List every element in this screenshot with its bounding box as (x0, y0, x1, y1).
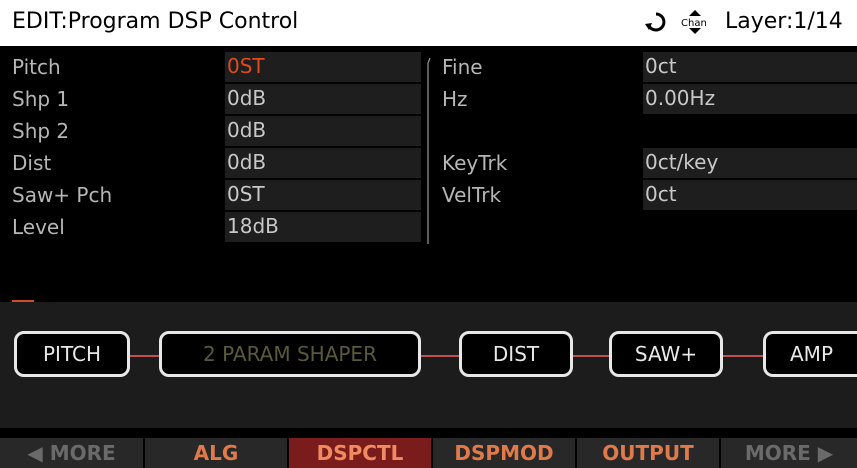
softkey-output[interactable]: OUTPUT (577, 438, 719, 468)
title-bar: EDIT:Program DSP Control Chan Layer:1/14 (0, 0, 857, 46)
param-label-dist: Dist (12, 151, 52, 175)
alg-block-saw-plus[interactable]: SAW+ (609, 331, 723, 377)
param-label-shp2: Shp 2 (12, 119, 70, 143)
alg-block-pitch[interactable]: PITCH (14, 331, 130, 377)
softkey-more-left[interactable]: ◀ MORE (0, 438, 143, 468)
param-value-keytrk[interactable]: 0ct/key (643, 148, 857, 178)
param-value-level[interactable]: 18dB (225, 212, 421, 242)
param-label-level: Level (12, 215, 65, 239)
signal-wire (130, 355, 162, 357)
alg-block-amp[interactable]: AMP (763, 331, 857, 377)
param-value-shp2[interactable]: 0dB (225, 116, 421, 146)
param-value-dist[interactable]: 0dB (225, 148, 421, 178)
param-value-shp1[interactable]: 0dB (225, 84, 421, 114)
softkey-alg[interactable]: ALG (145, 438, 287, 468)
signal-wire (418, 355, 462, 357)
softkey-dspmod[interactable]: DSPMOD (433, 438, 575, 468)
param-label-keytrk: KeyTrk (442, 151, 508, 175)
softkey-more-right[interactable]: MORE ▶ (721, 438, 857, 468)
param-value-veltrk[interactable]: 0ct (643, 180, 857, 210)
param-label-hz: Hz (442, 87, 468, 111)
param-value-fine[interactable]: 0ct (643, 52, 857, 82)
sync-arrows-icon (645, 11, 667, 37)
param-label-fine: Fine (442, 55, 483, 79)
param-label-saw-pch: Saw+ Pch (12, 183, 113, 207)
softkey-bar: ◀ MORE ALG DSPCTL DSPMOD OUTPUT MORE ▶ (0, 438, 857, 468)
signal-wire (720, 355, 766, 357)
param-label-shp1: Shp 1 (12, 87, 70, 111)
param-value-saw-pch[interactable]: 0ST (225, 180, 421, 210)
signal-wire (570, 355, 612, 357)
column-divider (427, 58, 431, 244)
chan-icon-label: Chan (681, 18, 707, 29)
param-value-hz[interactable]: 0.00Hz (643, 84, 857, 114)
page-title: EDIT:Program DSP Control (12, 9, 299, 34)
param-label-pitch: Pitch (12, 55, 61, 79)
param-value-pitch[interactable]: 0ST (225, 52, 421, 82)
header-icons: Chan (645, 10, 715, 38)
alg-block-dist[interactable]: DIST (459, 331, 573, 377)
softkey-dspctl[interactable]: DSPCTL (289, 438, 431, 468)
chan-icon: Chan (675, 10, 715, 38)
param-label-veltrk: VelTrk (442, 183, 502, 207)
layer-indicator: Layer:1/14 (725, 9, 843, 34)
alg-block-2-param-shaper[interactable]: 2 PARAM SHAPER (159, 331, 421, 377)
